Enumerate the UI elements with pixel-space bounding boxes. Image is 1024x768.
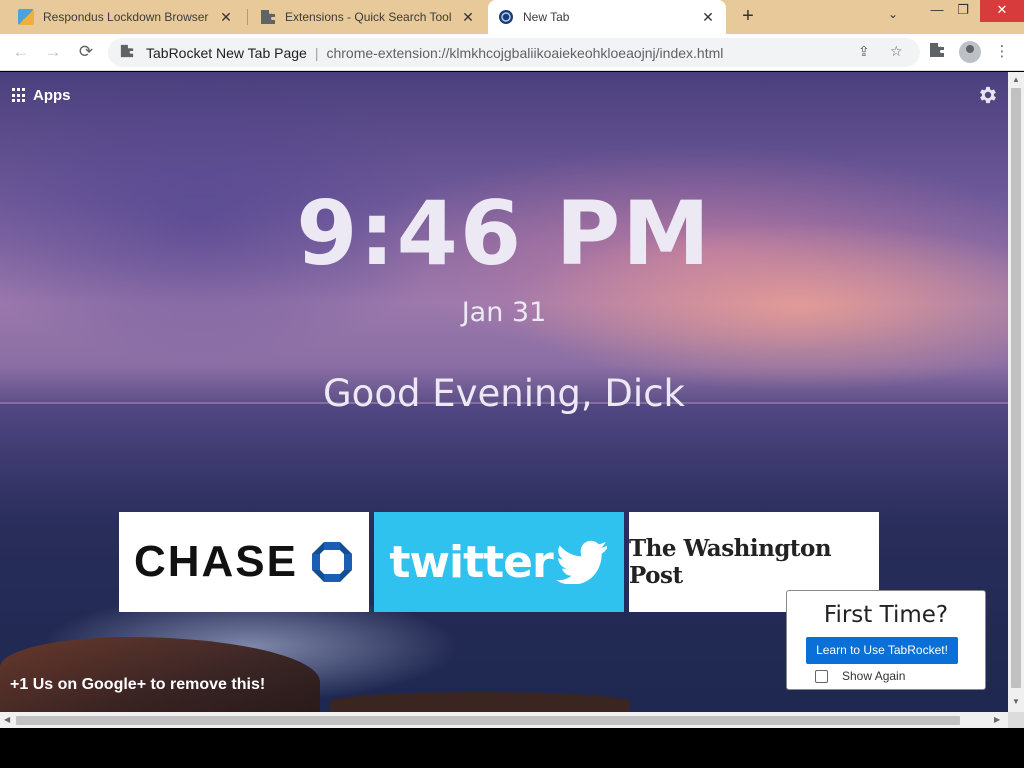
date: Jan 31	[461, 297, 547, 328]
bottom-band	[0, 728, 1024, 768]
horizontal-scroll-thumb[interactable]	[16, 716, 960, 725]
url-separator: |	[314, 44, 319, 61]
profile-avatar[interactable]	[959, 41, 981, 63]
window-close-button[interactable]: ✕	[980, 0, 1024, 22]
horizontal-scrollbar[interactable]: ◀ ▶	[0, 712, 1008, 728]
chase-octagon-icon	[312, 542, 353, 582]
tab-extensions[interactable]: Extensions - Quick Search Tool ✕	[250, 0, 486, 34]
washington-post-wordmark: The Washington Post	[629, 535, 832, 589]
tabrocket-favicon	[498, 9, 514, 25]
restore-button[interactable]: ❐	[946, 0, 980, 22]
tab-title: Extensions - Quick Search Tool	[285, 10, 452, 24]
new-tab-button[interactable]: +	[736, 5, 760, 29]
scroll-up-arrow[interactable]: ▲	[1012, 75, 1020, 84]
tab-title: Respondus Lockdown Browser -	[43, 10, 212, 24]
tab-title: New Tab	[523, 10, 570, 24]
scrollbar-corner	[1008, 712, 1024, 728]
reload-button[interactable]: ⟳	[73, 39, 99, 65]
browser-toolbar: ← → ⟳ TabRocket New Tab Page | chrome-ex…	[0, 34, 1024, 71]
scroll-right-arrow[interactable]: ▶	[994, 715, 1000, 724]
learn-tabrocket-button[interactable]: Learn to Use TabRocket!	[806, 637, 958, 664]
vertical-scroll-thumb[interactable]	[1011, 88, 1021, 688]
chase-tile[interactable]: CHASE	[119, 512, 369, 612]
show-again-label: Show Again	[842, 669, 906, 683]
first-time-popup: First Time? Learn to Use TabRocket! Show…	[786, 590, 986, 690]
apps-grid-icon	[12, 88, 27, 103]
menu-icon[interactable]: ⋮	[992, 42, 1012, 62]
greeting: Good Evening, Dick	[323, 372, 685, 415]
show-again-checkbox[interactable]	[815, 669, 828, 683]
twitter-bird-icon	[555, 540, 607, 584]
extensions-icon[interactable]	[927, 42, 947, 62]
respondus-favicon	[18, 9, 34, 25]
apps-link[interactable]: Apps	[12, 87, 71, 104]
vertical-scrollbar[interactable]: ▲ ▼	[1008, 72, 1024, 712]
tab-search-icon[interactable]: ⌄	[888, 7, 898, 21]
scroll-left-arrow[interactable]: ◀	[4, 715, 10, 724]
gear-icon[interactable]	[977, 84, 999, 112]
tab-close-icon[interactable]: ✕	[700, 9, 716, 26]
tab-respondus[interactable]: Respondus Lockdown Browser - ✕	[8, 0, 244, 34]
background-rocks	[330, 692, 630, 712]
address-bar[interactable]: TabRocket New Tab Page | chrome-extensio…	[108, 38, 920, 67]
twitter-tile[interactable]: twitter	[374, 512, 624, 612]
chase-wordmark: CHASE	[133, 537, 299, 586]
apps-label: Apps	[33, 87, 71, 104]
puzzle-icon	[260, 9, 276, 25]
twitter-wordmark: twitter	[389, 536, 553, 588]
first-time-title: First Time?	[823, 602, 949, 628]
site-name: TabRocket New Tab Page	[146, 44, 307, 61]
share-icon[interactable]: ⇪	[858, 43, 870, 60]
clock: 9:46 PM	[296, 182, 712, 285]
scroll-down-arrow[interactable]: ▼	[1012, 697, 1020, 706]
tab-close-icon[interactable]: ✕	[218, 9, 234, 26]
show-again-option[interactable]: Show Again	[815, 669, 905, 683]
forward-button[interactable]: →	[40, 39, 66, 65]
url-text: chrome-extension://klmkhcojgbaliikoaieke…	[326, 44, 724, 61]
tab-divider	[247, 9, 248, 25]
new-tab-page: Apps 9:46 PM Jan 31 Good Evening, Dick C…	[0, 72, 1008, 712]
bookmark-star-icon[interactable]: ☆	[890, 43, 903, 60]
puzzle-icon	[120, 44, 136, 61]
tab-new-tab[interactable]: New Tab ✕	[488, 0, 726, 34]
google-plus-promo-link[interactable]: +1 Us on Google+ to remove this!	[10, 676, 265, 694]
tab-strip: Respondus Lockdown Browser - ✕ Extension…	[0, 0, 1024, 34]
tab-close-icon[interactable]: ✕	[460, 9, 476, 26]
back-button[interactable]: ←	[8, 39, 34, 65]
